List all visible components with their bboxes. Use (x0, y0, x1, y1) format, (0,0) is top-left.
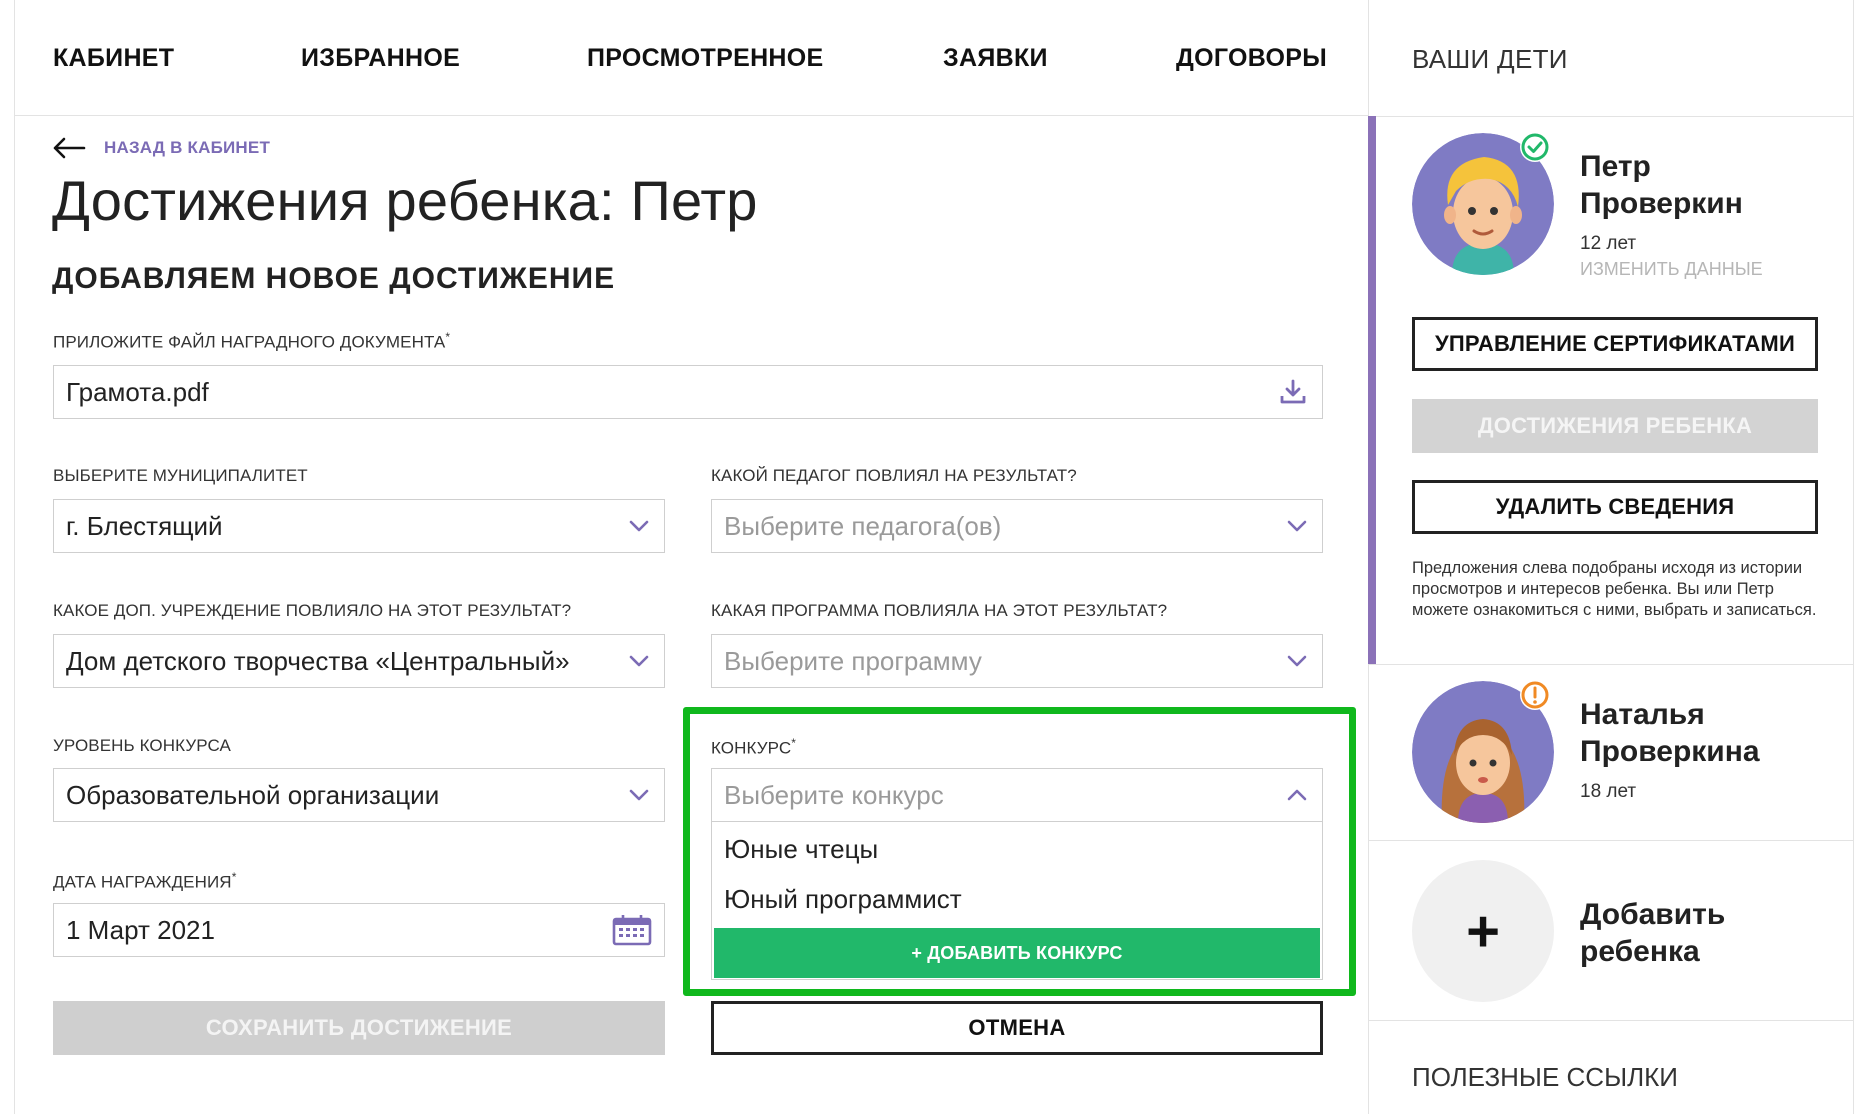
teacher-label: КАКОЙ ПЕДАГОГ ПОВЛИЯЛ НА РЕЗУЛЬТАТ? (711, 466, 1077, 485)
sidebar-header-divider (1368, 116, 1854, 117)
nav-viewed[interactable]: ПРОСМОТРЕННОЕ (587, 44, 824, 73)
child-divider (1368, 664, 1854, 665)
nav-contracts[interactable]: ДОГОВОРЫ (1176, 44, 1327, 73)
contest-option[interactable]: Юные чтецы (724, 834, 878, 865)
file-field-label: ПРИЛОЖИТЕ ФАЙЛ НАГРАДНОГО ДОКУМЕНТА* (53, 330, 451, 352)
chevron-down-icon (1287, 520, 1307, 532)
active-child-indicator (1368, 116, 1376, 664)
institution-label: КАКОЕ ДОП. УЧРЕЖДЕНИЕ ПОВЛИЯЛО НА ЭТОТ Р… (53, 601, 572, 620)
delete-info-button[interactable]: УДАЛИТЬ СВЕДЕНИЯ (1412, 480, 1818, 534)
edit-child-link[interactable]: ИЗМЕНИТЬ ДАННЫЕ (1580, 259, 1763, 280)
date-field[interactable]: 1 Март 2021 (53, 903, 665, 957)
warning-icon (1520, 680, 1550, 710)
chevron-down-icon (629, 520, 649, 532)
page: КАБИНЕТ ИЗБРАННОЕ ПРОСМОТРЕННОЕ ЗАЯВКИ Д… (0, 0, 1865, 1114)
cancel-button[interactable]: ОТМЕНА (711, 1001, 1323, 1055)
institution-value: Дом детского творчества «Центральный» (66, 645, 570, 676)
child-divider (1368, 840, 1854, 841)
nav-requests[interactable]: ЗАЯВКИ (943, 44, 1048, 73)
contest-option[interactable]: Юный программист (724, 884, 962, 915)
add-contest-button[interactable]: + ДОБАВИТЬ КОНКУРС (714, 928, 1320, 978)
useful-links-title: ПОЛЕЗНЫЕ ССЫЛКИ (1412, 1062, 1678, 1092)
child-achievements-button[interactable]: ДОСТИЖЕНИЯ РЕБЕНКА (1412, 399, 1818, 453)
section-divider (1368, 1020, 1854, 1021)
page-title: Достижения ребенка: Петр (52, 169, 758, 232)
add-child-button[interactable]: Добавить ребенка (1580, 896, 1725, 970)
municipality-label: ВЫБЕРИТЕ МУНИЦИПАЛИТЕТ (53, 466, 308, 485)
child-name[interactable]: Наталья Проверкина (1580, 696, 1760, 770)
nav-favorites[interactable]: ИЗБРАННОЕ (301, 44, 460, 73)
institution-select[interactable]: Дом детского творчества «Центральный» (53, 634, 665, 688)
program-placeholder: Выберите программу (724, 645, 982, 676)
upload-icon[interactable] (1278, 377, 1308, 414)
calendar-icon[interactable] (612, 914, 652, 953)
verified-icon (1520, 132, 1550, 162)
child-age: 18 лет (1580, 781, 1637, 802)
level-label: УРОВЕНЬ КОНКУРСА (53, 736, 231, 755)
program-label: КАКАЯ ПРОГРАММА ПОВЛИЯЛА НА ЭТОТ РЕЗУЛЬТ… (711, 601, 1168, 620)
contest-select[interactable]: Выберите конкурс (711, 768, 1323, 822)
contest-placeholder: Выберите конкурс (724, 779, 944, 810)
right-border (1853, 0, 1854, 1114)
left-border (14, 0, 15, 1114)
sidebar-title: ВАШИ ДЕТИ (1412, 44, 1568, 74)
child-age: 12 лет (1580, 233, 1637, 254)
child-name[interactable]: Петр Проверкин (1580, 148, 1743, 222)
chevron-down-icon (629, 655, 649, 667)
top-navigation: КАБИНЕТ ИЗБРАННОЕ ПРОСМОТРЕННОЕ ЗАЯВКИ Д… (14, 0, 1368, 116)
file-field[interactable]: Грамота.pdf (53, 365, 1323, 419)
chevron-down-icon (629, 789, 649, 801)
recommendation-hint: Предложения слева подобраны исходя из ис… (1412, 559, 1817, 619)
program-select[interactable]: Выберите программу (711, 634, 1323, 688)
level-select[interactable]: Образовательной организации (53, 768, 665, 822)
chevron-down-icon (1287, 655, 1307, 667)
municipality-select[interactable]: г. Блестящий (53, 499, 665, 553)
municipality-value: г. Блестящий (66, 510, 223, 541)
teacher-select[interactable]: Выберите педагога(ов) (711, 499, 1323, 553)
add-child-plus-icon[interactable]: + (1412, 860, 1554, 1002)
section-title: ДОБАВЛЯЕМ НОВОЕ ДОСТИЖЕНИЕ (52, 262, 616, 295)
nav-cabinet[interactable]: КАБИНЕТ (53, 44, 174, 73)
manage-certificates-button[interactable]: УПРАВЛЕНИЕ СЕРТИФИКАТАМИ (1412, 317, 1818, 371)
contest-dropdown: Юные чтецы Юный программист + ДОБАВИТЬ К… (711, 822, 1323, 980)
level-value: Образовательной организации (66, 779, 440, 810)
contest-label: КОНКУРС* (711, 736, 797, 758)
save-achievement-button[interactable]: СОХРАНИТЬ ДОСТИЖЕНИЕ (53, 1001, 665, 1055)
teacher-placeholder: Выберите педагога(ов) (724, 510, 1002, 541)
file-field-value: Грамота.pdf (66, 376, 209, 407)
back-link-label: НАЗАД В КАБИНЕТ (104, 138, 271, 157)
date-value: 1 Март 2021 (66, 914, 215, 945)
arrow-left-icon (53, 137, 86, 159)
date-label: ДАТА НАГРАЖДЕНИЯ* (53, 870, 237, 892)
back-to-cabinet-link[interactable]: НАЗАД В КАБИНЕТ (52, 136, 270, 160)
chevron-up-icon (1287, 789, 1307, 801)
